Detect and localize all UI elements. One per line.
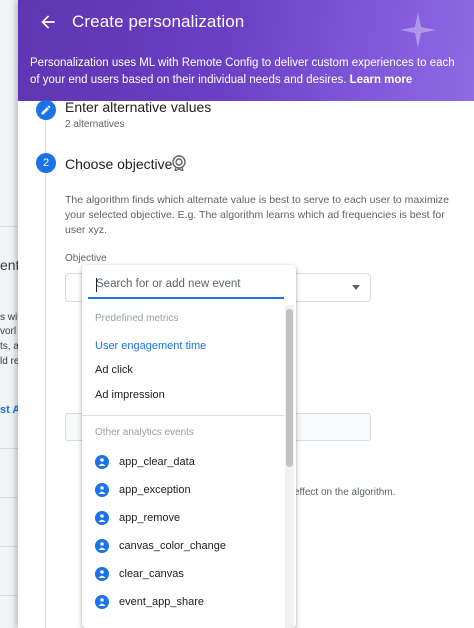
event-app-remove[interactable]: app_remove	[95, 508, 180, 528]
dropdown-caret-icon[interactable]	[352, 285, 360, 290]
bg-text: ts, a	[0, 341, 19, 352]
analytics-event-icon	[95, 539, 109, 553]
analytics-event-icon	[95, 595, 109, 609]
bg-divider	[0, 595, 18, 596]
analytics-event-icon	[95, 511, 109, 525]
bg-divider	[0, 226, 18, 227]
bg-divider	[0, 448, 18, 449]
create-personalization-panel: Create personalization Personalization u…	[18, 0, 474, 628]
scrollbar-thumb[interactable]	[286, 309, 293, 467]
sparkle-icon	[400, 12, 436, 48]
step-2-badge: 2	[36, 153, 56, 173]
event-search-input[interactable]	[88, 271, 284, 299]
stepper-line	[45, 118, 46, 628]
header-row: Create personalization	[38, 10, 244, 34]
event-label: app_exception	[119, 484, 191, 496]
analytics-event-icon	[95, 483, 109, 497]
bg-divider	[0, 546, 18, 547]
bg-text: s wit	[0, 312, 20, 323]
objective-label: Objective	[65, 253, 107, 264]
event-clear-canvas[interactable]: clear_canvas	[95, 564, 184, 584]
dropdown-divider	[82, 415, 284, 416]
bg-divider	[0, 497, 18, 498]
event-label: canvas_color_change	[119, 540, 227, 552]
event-label: clear_canvas	[119, 568, 184, 580]
algorithm-note: no effect on the algorithm.	[280, 487, 396, 498]
option-user-engagement-time[interactable]: User engagement time	[95, 340, 206, 352]
objective-target-icon	[172, 155, 186, 171]
event-app-clear-data[interactable]: app_clear_data	[95, 452, 195, 472]
event-label: event_app_share	[119, 596, 205, 608]
event-label: app_remove	[119, 512, 181, 524]
step-1-title[interactable]: Enter alternative values	[65, 99, 211, 115]
bg-text: ent	[0, 257, 20, 273]
step-1-badge	[36, 100, 56, 120]
text-caret	[96, 278, 97, 292]
predefined-metrics-label: Predefined metrics	[95, 313, 179, 324]
panel-description: Personalization uses ML with Remote Conf…	[30, 55, 460, 89]
analytics-event-icon	[95, 455, 109, 469]
analytics-event-icon	[95, 567, 109, 581]
back-arrow-icon[interactable]	[38, 12, 58, 32]
bg-text: vorl	[0, 326, 17, 337]
objective-dropdown: Predefined metrics User engagement time …	[82, 265, 296, 628]
event-app-exception[interactable]: app_exception	[95, 480, 191, 500]
event-label: app_clear_data	[119, 456, 195, 468]
option-ad-impression[interactable]: Ad impression	[95, 389, 165, 401]
dropdown-search	[82, 265, 296, 305]
other-events-label: Other analytics events	[95, 427, 194, 438]
step-1-subtitle: 2 alternatives	[65, 119, 125, 130]
panel-header: Create personalization Personalization u…	[18, 0, 474, 101]
bg-text: ld re	[0, 356, 20, 367]
step-2-description: The algorithm finds which alternate valu…	[65, 194, 450, 236]
option-ad-click[interactable]: Ad click	[95, 364, 133, 376]
dropdown-scrollbar[interactable]	[285, 305, 294, 628]
learn-more-link[interactable]: Learn more	[350, 74, 413, 86]
event-canvas-color-change[interactable]: canvas_color_change	[95, 536, 226, 556]
step-2-title: Choose objective	[65, 156, 173, 172]
pencil-icon	[41, 105, 51, 115]
event-app-share[interactable]: event_app_share	[95, 592, 204, 612]
panel-title: Create personalization	[72, 12, 245, 31]
